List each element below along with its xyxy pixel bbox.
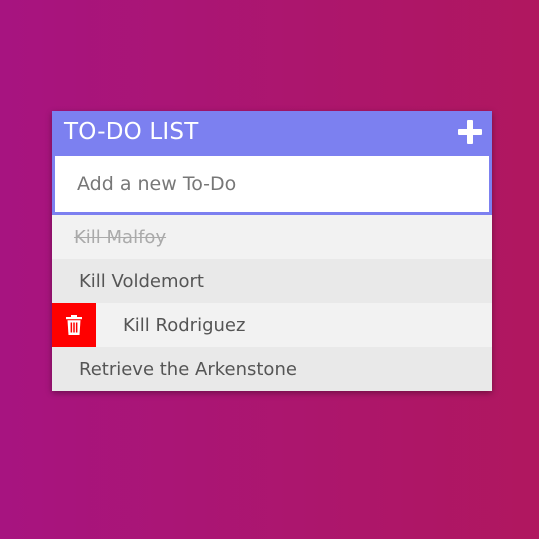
plus-icon[interactable] [458, 120, 482, 144]
todo-card: TO-DO LIST Kill Malfoy Kill Voldemort [52, 111, 492, 391]
new-todo-field-wrapper [52, 153, 492, 215]
todo-item-label: Kill Malfoy [74, 226, 167, 248]
new-todo-input[interactable] [55, 156, 489, 212]
todo-item-label: Kill Voldemort [79, 270, 204, 292]
trash-icon [66, 315, 82, 335]
todo-item[interactable]: Retrieve the Arkenstone [52, 347, 492, 391]
todo-item[interactable]: Kill Voldemort [52, 259, 492, 303]
todo-header: TO-DO LIST [52, 111, 492, 153]
todo-list: Kill Malfoy Kill Voldemort Kill Rodrigue… [52, 215, 492, 391]
todo-item-swiped[interactable]: Kill Rodriguez [52, 303, 492, 347]
todo-item-completed[interactable]: Kill Malfoy [52, 215, 492, 259]
app-title: TO-DO LIST [64, 119, 199, 145]
todo-item-label: Retrieve the Arkenstone [79, 358, 297, 380]
todo-item-label: Kill Rodriguez [123, 314, 246, 336]
delete-button[interactable] [52, 303, 96, 347]
